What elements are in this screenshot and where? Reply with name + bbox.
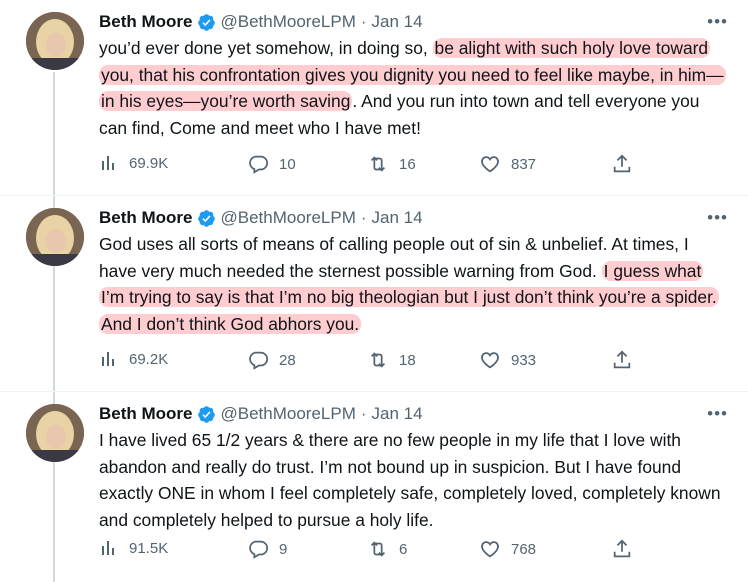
retweet-button[interactable]: 16 (367, 153, 416, 175)
retweet-icon (370, 352, 386, 368)
author-handle[interactable]: @BethMooreLPM (221, 208, 356, 228)
share-icon (613, 539, 631, 558)
more-options-icon[interactable]: ••• (707, 208, 728, 228)
author-name[interactable]: Beth Moore (99, 12, 193, 32)
author-handle[interactable]: @BethMooreLPM (221, 404, 356, 424)
heart-icon (481, 352, 499, 369)
reply-icon (249, 351, 269, 370)
tweet-date[interactable]: Jan 14 (372, 12, 423, 32)
verified-badge-icon (197, 405, 216, 424)
views-icon (102, 156, 114, 170)
reply-count: 9 (279, 540, 288, 558)
views-count: 69.2K (129, 350, 169, 368)
tweet-actions: 91.5K 9 6 768 (99, 538, 639, 562)
tweet-text-plain: I have lived 65 1/2 years & there are no… (99, 430, 721, 530)
share-button[interactable] (611, 349, 633, 371)
avatar[interactable] (26, 208, 84, 266)
share-button[interactable] (611, 538, 633, 560)
verified-badge-icon (197, 209, 216, 228)
more-options-icon[interactable]: ••• (707, 404, 728, 424)
reply-button[interactable]: 10 (247, 153, 296, 175)
tweet[interactable]: Beth Moore @BethMooreLPM · Jan 14 ••• I … (0, 392, 748, 582)
tweet-header: Beth Moore @BethMooreLPM · Jan 14 (99, 207, 423, 229)
like-count: 768 (511, 540, 537, 558)
views-button[interactable]: 69.2K (99, 349, 168, 369)
author-name[interactable]: Beth Moore (99, 208, 193, 228)
reply-count: 28 (279, 351, 296, 369)
like-button[interactable]: 837 (479, 153, 536, 175)
avatar[interactable] (26, 12, 84, 70)
tweet-text: you’d ever done yet somehow, in doing so… (99, 35, 729, 141)
separator-dot: · (360, 12, 367, 31)
heart-icon (481, 156, 499, 173)
share-icon (613, 350, 631, 369)
share-button[interactable] (611, 153, 633, 175)
author-handle[interactable]: @BethMooreLPM (221, 12, 356, 32)
retweet-icon (370, 156, 386, 172)
reply-icon (249, 155, 269, 174)
views-button[interactable]: 91.5K (99, 538, 168, 558)
like-button[interactable]: 933 (479, 349, 536, 371)
views-icon (102, 352, 114, 366)
retweet-count: 6 (399, 540, 408, 558)
tweet[interactable]: Beth Moore @BethMooreLPM · Jan 14 ••• Go… (0, 196, 748, 392)
reply-count: 10 (279, 155, 296, 173)
tweet-text-plain: God uses all sorts of means of calling p… (99, 234, 689, 281)
avatar[interactable] (26, 404, 84, 462)
tweet-header: Beth Moore @BethMooreLPM · Jan 14 (99, 403, 423, 425)
retweet-count: 16 (399, 155, 416, 173)
retweet-count: 18 (399, 351, 416, 369)
tweet-actions: 69.9K 10 16 837 (99, 153, 639, 177)
tweet-actions: 69.2K 28 18 933 (99, 349, 639, 373)
share-icon (613, 154, 631, 173)
heart-icon (481, 541, 499, 558)
like-button[interactable]: 768 (479, 538, 536, 560)
retweet-button[interactable]: 6 (367, 538, 407, 560)
separator-dot: · (360, 404, 367, 423)
reply-icon (249, 540, 269, 559)
tweet-date[interactable]: Jan 14 (372, 208, 423, 228)
tweet-text: I have lived 65 1/2 years & there are no… (99, 427, 729, 533)
like-count: 837 (511, 155, 537, 173)
separator-dot: · (360, 208, 367, 227)
verified-badge-icon (197, 13, 216, 32)
views-icon (102, 541, 114, 555)
author-name[interactable]: Beth Moore (99, 404, 193, 424)
tweet[interactable]: Beth Moore @BethMooreLPM · Jan 14 ••• yo… (0, 0, 748, 196)
more-options-icon[interactable]: ••• (707, 12, 728, 32)
tweet-header: Beth Moore @BethMooreLPM · Jan 14 (99, 11, 423, 33)
tweet-text-plain: you’d ever done yet somehow, in doing so… (99, 38, 433, 58)
reply-button[interactable]: 28 (247, 349, 296, 371)
views-button[interactable]: 69.9K (99, 153, 168, 173)
reply-button[interactable]: 9 (247, 538, 287, 560)
like-count: 933 (511, 351, 537, 369)
views-count: 91.5K (129, 539, 169, 557)
tweet-date[interactable]: Jan 14 (372, 404, 423, 424)
retweet-icon (370, 541, 386, 557)
tweet-text: God uses all sorts of means of calling p… (99, 231, 729, 337)
views-count: 69.9K (129, 154, 169, 172)
retweet-button[interactable]: 18 (367, 349, 416, 371)
